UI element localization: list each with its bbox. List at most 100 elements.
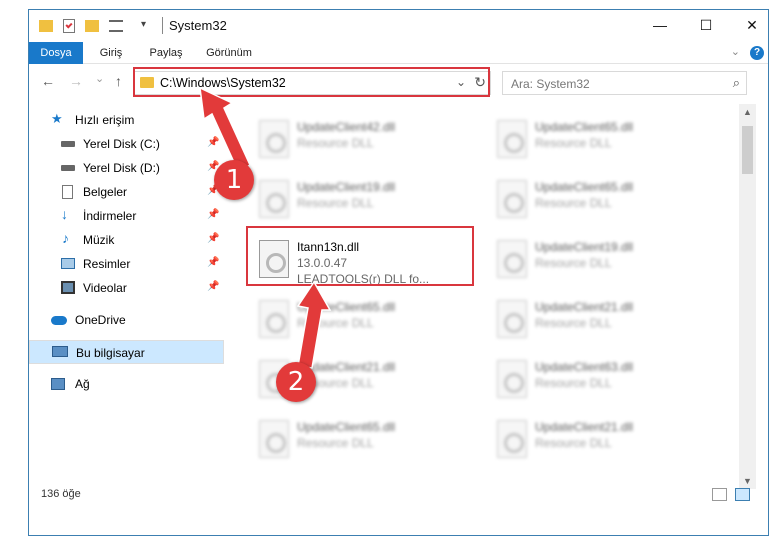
search-icon: ⌕ xyxy=(732,75,740,90)
file-tile[interactable]: UpdateClient21.dll Resource DLL xyxy=(483,292,713,348)
sidebar-item-label: Ağ xyxy=(75,377,90,391)
sidebar-item-pictures[interactable]: Resimler 📌 xyxy=(29,252,224,276)
dll-file-icon xyxy=(497,240,527,278)
file-tile[interactable]: UpdateClient65.dll Resource DLL xyxy=(245,292,475,348)
back-button[interactable]: ← xyxy=(41,73,55,89)
sidebar-item-label: Bu bilgisayar xyxy=(76,346,145,360)
step-marker-1: 1 xyxy=(214,160,254,200)
sidebar-item-music[interactable]: ♪ Müzik 📌 xyxy=(29,228,224,252)
file-name: UpdateClient65.dll xyxy=(535,120,634,134)
title-bar: ▾ System32 — ☐ ✕ xyxy=(29,10,768,42)
tab-file[interactable]: Dosya xyxy=(29,42,83,64)
star-icon: ★ xyxy=(51,111,63,126)
properties-icon[interactable] xyxy=(63,19,75,33)
address-bar-highlight xyxy=(133,67,490,97)
close-button[interactable]: ✕ xyxy=(729,10,768,40)
sidebar-item-videos[interactable]: Videolar 📌 xyxy=(29,276,224,300)
vertical-scrollbar[interactable]: ▲ ▼ xyxy=(739,104,756,489)
file-type: Resource DLL xyxy=(535,436,612,450)
file-tile[interactable]: UpdateClient19.dll Resource DLL xyxy=(245,172,475,228)
file-type: Resource DLL xyxy=(297,316,374,330)
pin-icon[interactable]: 📌 xyxy=(207,137,219,148)
dll-file-icon xyxy=(497,120,527,158)
item-count: 136 öğe xyxy=(41,488,81,500)
new-folder-icon[interactable] xyxy=(85,20,99,32)
tab-share[interactable]: Paylaş xyxy=(141,42,191,64)
sidebar-item-label: Hızlı erişim xyxy=(75,113,135,127)
recent-locations-button[interactable]: ⌄ xyxy=(95,72,104,85)
file-name: UpdateClient19.dll xyxy=(297,180,396,194)
network-icon xyxy=(51,378,65,390)
pin-icon[interactable]: 📌 xyxy=(207,233,219,244)
tab-view[interactable]: Görünüm xyxy=(199,42,259,64)
forward-button[interactable]: → xyxy=(69,73,83,89)
file-tile[interactable]: UpdateClient21.dll Resource DLL xyxy=(483,412,713,468)
large-icons-view-button[interactable] xyxy=(735,488,750,501)
sidebar-item-label: OneDrive xyxy=(75,313,126,327)
sidebar-item-label: Yerel Disk (C:) xyxy=(83,137,160,151)
cloud-icon xyxy=(51,316,67,325)
sidebar-item-downloads[interactable]: ↓ İndirmeler 📌 xyxy=(29,204,224,228)
sidebar-item-label: Belgeler xyxy=(83,185,128,199)
sidebar-item-network[interactable]: Ağ xyxy=(29,372,224,396)
sidebar-item-label: Videolar xyxy=(83,281,127,295)
file-name: UpdateClient65.dll xyxy=(297,420,396,434)
drive-icon xyxy=(61,141,75,147)
file-type: Resource DLL xyxy=(297,436,374,450)
window-title: System32 xyxy=(169,18,227,33)
music-icon: ♪ xyxy=(62,230,69,246)
sidebar-item-this-pc[interactable]: Bu bilgisayar xyxy=(29,340,224,364)
pin-icon[interactable]: 📌 xyxy=(207,281,219,292)
file-name: UpdateClient65.dll xyxy=(297,300,396,314)
dll-file-icon xyxy=(497,180,527,218)
video-icon xyxy=(61,281,75,294)
file-tile[interactable]: UpdateClient19.dll Resource DLL xyxy=(483,232,713,288)
up-button[interactable]: ↑ xyxy=(115,73,122,89)
file-tile[interactable]: UpdateClient65.dll Resource DLL xyxy=(245,412,475,468)
file-tile[interactable]: UpdateClient63.dll Resource DLL xyxy=(483,352,713,408)
dll-file-icon xyxy=(259,300,289,338)
sidebar-item-local-disk-d[interactable]: Yerel Disk (D:) 📌 xyxy=(29,156,224,180)
dll-file-icon xyxy=(497,420,527,458)
step-marker-2: 2 xyxy=(276,362,316,402)
view-options-icon[interactable] xyxy=(109,20,123,32)
customize-toolbar-icon[interactable]: ▾ xyxy=(141,19,146,35)
tab-home[interactable]: Giriş xyxy=(91,42,131,64)
file-tile[interactable]: UpdateClient65.dll Resource DLL xyxy=(483,172,713,228)
file-type: Resource DLL xyxy=(535,316,612,330)
search-input[interactable]: Ara: System32 xyxy=(511,77,590,91)
minimize-button[interactable]: — xyxy=(637,10,683,40)
sidebar-item-quick-access[interactable]: ★ Hızlı erişim xyxy=(29,108,224,132)
pin-icon[interactable]: 📌 xyxy=(207,257,219,268)
file-name: UpdateClient21.dll xyxy=(535,300,634,314)
help-button[interactable]: ? xyxy=(750,46,764,60)
file-type: Resource DLL xyxy=(535,196,612,210)
download-icon: ↓ xyxy=(61,206,68,222)
file-highlight xyxy=(246,226,474,286)
ribbon-expand-icon[interactable]: ⌄ xyxy=(731,45,740,58)
dll-file-icon xyxy=(259,420,289,458)
sidebar-item-local-disk-c[interactable]: Yerel Disk (C:) 📌 xyxy=(29,132,224,156)
sidebar-item-label: İndirmeler xyxy=(83,209,137,223)
pin-icon[interactable]: 📌 xyxy=(207,209,219,220)
file-name: UpdateClient21.dll xyxy=(535,420,634,434)
file-type: Resource DLL xyxy=(535,136,612,150)
status-bar: 136 öğe xyxy=(29,484,768,506)
pictures-icon xyxy=(61,258,75,269)
computer-icon xyxy=(52,346,68,357)
file-type: Resource DLL xyxy=(535,256,612,270)
documents-icon xyxy=(62,185,73,199)
details-view-button[interactable] xyxy=(712,488,727,501)
file-tile[interactable]: UpdateClient42.dll Resource DLL xyxy=(245,112,475,168)
search-box[interactable]: Ara: System32 ⌕ xyxy=(502,71,747,95)
file-list: UpdateClient42.dll Resource DLL UpdateCl… xyxy=(229,104,739,489)
file-name: UpdateClient42.dll xyxy=(297,120,396,134)
file-tile[interactable]: UpdateClient65.dll Resource DLL xyxy=(483,112,713,168)
dll-file-icon xyxy=(497,360,527,398)
scroll-thumb[interactable] xyxy=(742,126,753,174)
sidebar-item-onedrive[interactable]: OneDrive xyxy=(29,308,224,332)
sidebar-item-documents[interactable]: Belgeler 📌 xyxy=(29,180,224,204)
sidebar-item-label: Resimler xyxy=(83,257,131,271)
scroll-up-button[interactable]: ▲ xyxy=(739,104,756,120)
maximize-button[interactable]: ☐ xyxy=(683,10,729,40)
